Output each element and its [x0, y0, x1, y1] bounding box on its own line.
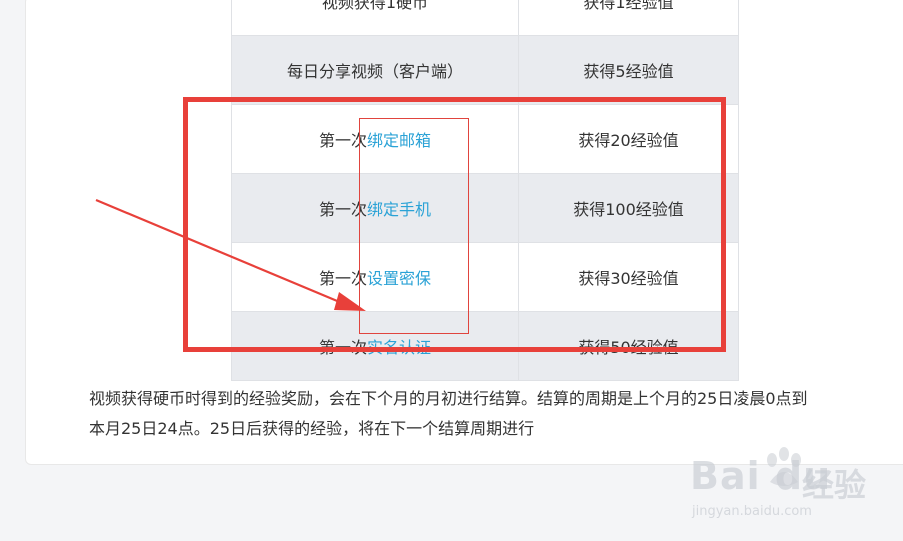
real-name-verification-link[interactable]: 实名认证 — [367, 338, 431, 357]
task-prefix: 第一次 — [318, 200, 367, 219]
paragraph-line: 视频获得硬币时得到的经验奖励，会在下个月的月初进行结算。结算的周期是上个月的25… — [89, 389, 808, 408]
watermark-brand-text: 经验 — [802, 466, 867, 504]
settlement-paragraph: 视频获得硬币时得到的经验奖励，会在下个月的月初进行结算。结算的周期是上个月的25… — [89, 384, 889, 444]
task-cell: 第一次绑定手机 — [231, 173, 519, 243]
table-row: 第一次绑定邮箱 获得20经验值 — [231, 104, 739, 174]
table-row: 每日分享视频（客户端） 获得5经验值 — [231, 35, 739, 105]
reward-cell: 获得5经验值 — [518, 35, 739, 105]
task-cell: 每日分享视频（客户端） — [231, 35, 519, 105]
task-text: 每日分享视频（客户端） — [286, 62, 463, 81]
task-cell: 第一次绑定邮箱 — [231, 104, 519, 174]
experience-table: 视频获得1硬币 获得1经验值 每日分享视频（客户端） 获得5经验值 第一次绑定邮… — [231, 0, 739, 381]
bind-phone-link[interactable]: 绑定手机 — [367, 200, 431, 219]
reward-cell: 获得30经验值 — [518, 242, 739, 312]
task-cell: 视频获得1硬币 — [231, 0, 519, 36]
table-row: 视频获得1硬币 获得1经验值 — [231, 0, 739, 36]
task-prefix: 第一次 — [318, 338, 367, 357]
table-row: 第一次设置密保 获得30经验值 — [231, 242, 739, 312]
set-security-question-link[interactable]: 设置密保 — [367, 269, 431, 288]
watermark-url: jingyan.baidu.com — [692, 504, 812, 519]
table-row: 第一次绑定手机 获得100经验值 — [231, 173, 739, 243]
reward-cell: 获得1经验值 — [518, 0, 739, 36]
reward-cell: 获得50经验值 — [518, 311, 739, 381]
reward-cell: 获得20经验值 — [518, 104, 739, 174]
task-prefix: 第一次 — [318, 131, 367, 150]
reward-cell: 获得100经验值 — [518, 173, 739, 243]
bind-email-link[interactable]: 绑定邮箱 — [367, 131, 431, 150]
baidu-jingyan-watermark: Bai du 经验 jingyan.baidu.com — [690, 446, 900, 526]
task-cell: 第一次设置密保 — [231, 242, 519, 312]
table-row: 第一次实名认证 获得50经验值 — [231, 311, 739, 381]
task-text: 视频获得1硬币 — [321, 0, 429, 12]
paragraph-line: 本月25日24点。25日后获得的经验，将在下一个结算周期进行 — [89, 419, 535, 438]
task-cell: 第一次实名认证 — [231, 311, 519, 381]
task-prefix: 第一次 — [318, 269, 367, 288]
